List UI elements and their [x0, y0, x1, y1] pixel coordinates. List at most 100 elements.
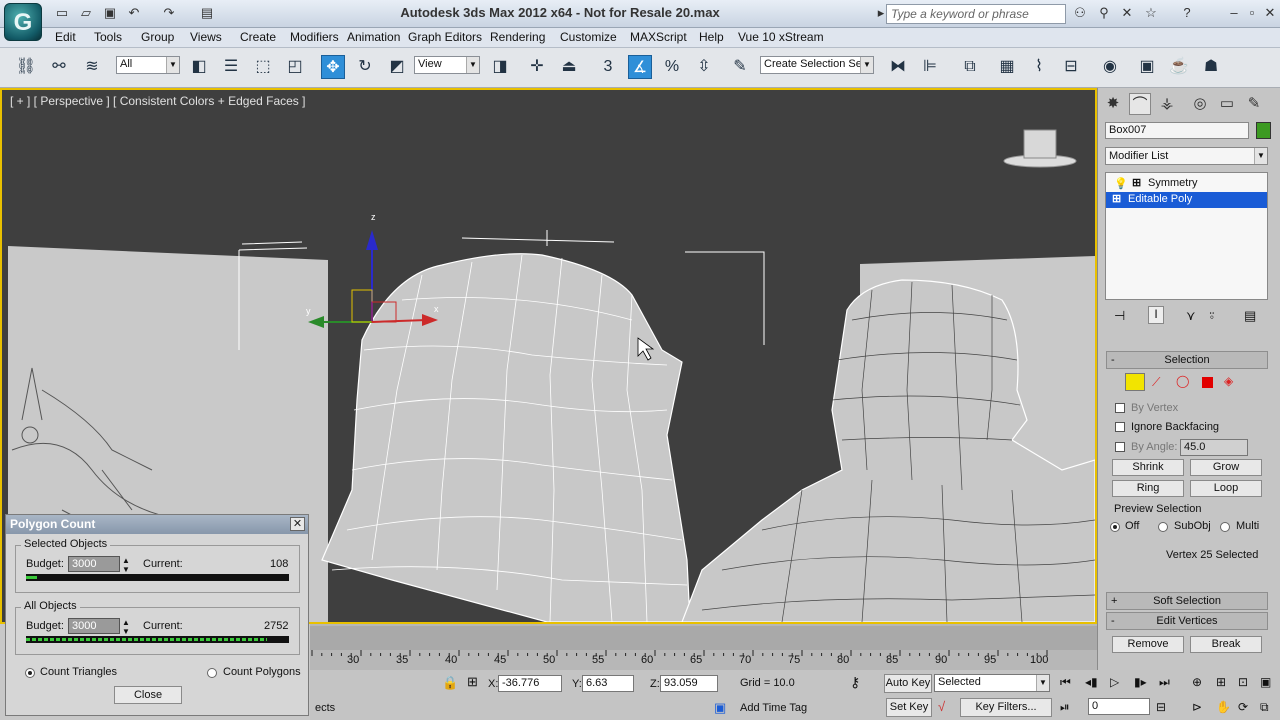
ring-button[interactable]: Ring — [1112, 480, 1184, 497]
border-mode-icon[interactable]: ◯ — [1176, 374, 1189, 388]
preview-multi-radio[interactable] — [1220, 522, 1230, 532]
current-frame-field[interactable]: 0 — [1088, 698, 1150, 715]
go-to-end-icon[interactable]: ⏭ — [1159, 675, 1170, 690]
menu-animation[interactable]: Animation — [347, 30, 400, 44]
orbit-icon[interactable]: ⟳ — [1238, 700, 1248, 714]
shrink-button[interactable]: Shrink — [1112, 459, 1184, 476]
show-end-result-icon[interactable]: I — [1148, 306, 1164, 324]
restore-icon[interactable]: ▫ — [1243, 4, 1261, 22]
key-filters-button[interactable]: Key Filters... — [960, 698, 1052, 717]
pan-icon[interactable]: ✋ — [1216, 700, 1231, 714]
configure-sets-icon[interactable]: ▤ — [1244, 308, 1256, 324]
set-key-curve-icon[interactable]: √ — [938, 699, 945, 714]
preview-off-radio[interactable] — [1110, 522, 1120, 532]
close-icon[interactable]: ✕ — [1261, 4, 1279, 22]
menu-customize[interactable]: Customize — [560, 30, 617, 44]
display-tab-icon[interactable]: ▭ — [1216, 93, 1238, 115]
keyboard-shortcut-icon[interactable]: ⏏ — [557, 55, 581, 79]
zoom-icon[interactable]: ⊕ — [1192, 675, 1202, 689]
reference-coordinate-dropdown[interactable]: View ▼ — [414, 56, 480, 74]
preview-subobj-radio[interactable] — [1158, 522, 1168, 532]
motion-tab-icon[interactable]: ◎ — [1189, 93, 1211, 115]
absolute-mode-icon[interactable]: ⊞ — [467, 674, 478, 690]
named-selection-dropdown[interactable]: Create Selection Se ▼ — [760, 56, 874, 74]
auto-key-button[interactable]: Auto Key — [884, 674, 932, 693]
select-object-icon[interactable]: ◧ — [187, 55, 211, 79]
time-tag-icon[interactable]: ▣ — [714, 700, 726, 716]
save-icon[interactable]: ▣ — [101, 5, 119, 21]
field-of-view-icon[interactable]: ⊳ — [1192, 700, 1202, 714]
play-icon[interactable]: ▷ — [1110, 675, 1119, 689]
ignore-backfacing-checkbox[interactable] — [1115, 422, 1125, 432]
menu-maxscript[interactable]: MAXScript — [630, 30, 687, 44]
spinner-snap-icon[interactable]: ⇳ — [692, 55, 716, 79]
menu-edit[interactable]: Edit — [55, 30, 76, 44]
angle-spinner[interactable]: 45.0 — [1180, 439, 1248, 456]
track-bar[interactable]: 30 35 40 45 50 55 60 65 70 75 80 85 90 9… — [310, 624, 1097, 670]
remove-modifier-icon[interactable]: ⍤ — [1208, 308, 1216, 324]
previous-frame-icon[interactable]: ◂▮ — [1085, 675, 1098, 689]
zoom-all-icon[interactable]: ⊞ — [1216, 675, 1226, 689]
menu-graph-editors[interactable]: Graph Editors — [408, 30, 482, 44]
rotate-icon[interactable]: ↻ — [353, 55, 377, 79]
key-mode-dropdown[interactable]: Selected ▼ — [934, 674, 1050, 692]
star-icon[interactable]: ☆ — [1142, 5, 1160, 21]
grow-button[interactable]: Grow — [1190, 459, 1262, 476]
element-mode-icon[interactable]: ◈ — [1224, 374, 1233, 388]
select-manipulate-icon[interactable]: ✛ — [525, 55, 549, 79]
by-vertex-checkbox[interactable] — [1115, 403, 1125, 413]
z-coordinate-field[interactable]: 93.059 — [660, 675, 718, 692]
selection-filter-dropdown[interactable]: All ▼ — [116, 56, 180, 74]
app-logo[interactable]: G — [4, 3, 42, 41]
object-name-field[interactable]: Box007 — [1105, 122, 1249, 139]
utilities-tab-icon[interactable]: ✎ — [1243, 93, 1265, 115]
link-icon[interactable]: ⛓ — [14, 55, 38, 79]
edge-mode-icon[interactable]: ⟋ — [1152, 375, 1160, 390]
count-triangles-radio[interactable] — [25, 668, 35, 678]
menu-rendering[interactable]: Rendering — [490, 30, 545, 44]
time-config-icon[interactable]: ⊟ — [1156, 700, 1166, 714]
modifier-list-dropdown[interactable]: Modifier List ▼ — [1105, 147, 1268, 165]
layer-manager-icon[interactable]: ⧉ — [958, 55, 982, 79]
pin-stack-icon[interactable]: ⊣ — [1114, 308, 1125, 324]
x-coordinate-field[interactable]: -36.776 — [498, 675, 562, 692]
break-button[interactable]: Break — [1190, 636, 1262, 653]
align-icon[interactable]: ⊫ — [918, 55, 942, 79]
bind-spacewarp-icon[interactable]: ≋ — [80, 55, 104, 79]
rendered-frame-icon[interactable]: ☕ — [1167, 55, 1191, 79]
soft-selection-rollout-header[interactable]: + Soft Selection — [1106, 592, 1268, 610]
snap-toggle-icon[interactable]: 3 — [596, 55, 620, 79]
menu-vue-xstream[interactable]: Vue 10 xStream — [738, 30, 824, 44]
menu-help[interactable]: Help — [699, 30, 724, 44]
hierarchy-tab-icon[interactable]: ⚶ — [1156, 93, 1178, 115]
binoculars-icon[interactable]: ⚇ — [1071, 5, 1089, 21]
time-slider[interactable] — [310, 626, 1097, 650]
render-setup-icon[interactable]: ▣ — [1135, 55, 1159, 79]
key-mode-toggle-icon[interactable]: ⏯ — [1060, 700, 1070, 715]
spinner-arrows-icon[interactable]: ▲ ▼ — [122, 556, 130, 574]
rect-selection-icon[interactable]: ⬚ — [251, 55, 275, 79]
edit-named-selection-icon[interactable]: ✎ — [728, 55, 752, 79]
schematic-view-icon[interactable]: ⊟ — [1059, 55, 1083, 79]
redo-icon[interactable]: ↷ — [160, 5, 178, 21]
zoom-extents-icon[interactable]: ⊡ — [1238, 675, 1248, 689]
curve-editor-icon[interactable]: ⌇ — [1027, 55, 1051, 79]
angle-snap-icon[interactable]: ∡ — [628, 55, 652, 79]
lock-icon[interactable]: 🔒 — [442, 675, 458, 691]
menu-group[interactable]: Group — [141, 30, 174, 44]
polygon-mode-icon[interactable] — [1202, 377, 1213, 388]
create-tab-icon[interactable]: ✸ — [1102, 93, 1124, 115]
remove-button[interactable]: Remove — [1112, 636, 1184, 653]
make-unique-icon[interactable]: ⋎ — [1186, 308, 1196, 324]
viewport-label[interactable]: [ + ] [ Perspective ] [ Consistent Color… — [10, 94, 305, 108]
expand-icon[interactable]: ⊞ — [1112, 192, 1121, 205]
maximize-viewport-icon[interactable]: ⧉ — [1260, 700, 1269, 715]
modify-tab-icon[interactable]: ⌒ — [1129, 93, 1151, 115]
all-budget-spinner[interactable]: 3000 — [68, 618, 120, 634]
vertex-mode-icon[interactable] — [1125, 373, 1145, 391]
selection-rollout-header[interactable]: - Selection — [1106, 351, 1268, 369]
select-by-name-icon[interactable]: ☰ — [219, 55, 243, 79]
stack-item-symmetry[interactable]: 💡 ⊞ Symmetry — [1106, 176, 1267, 192]
help-icon[interactable]: ? — [1178, 5, 1196, 21]
project-folder-icon[interactable]: ▤ — [198, 5, 216, 21]
